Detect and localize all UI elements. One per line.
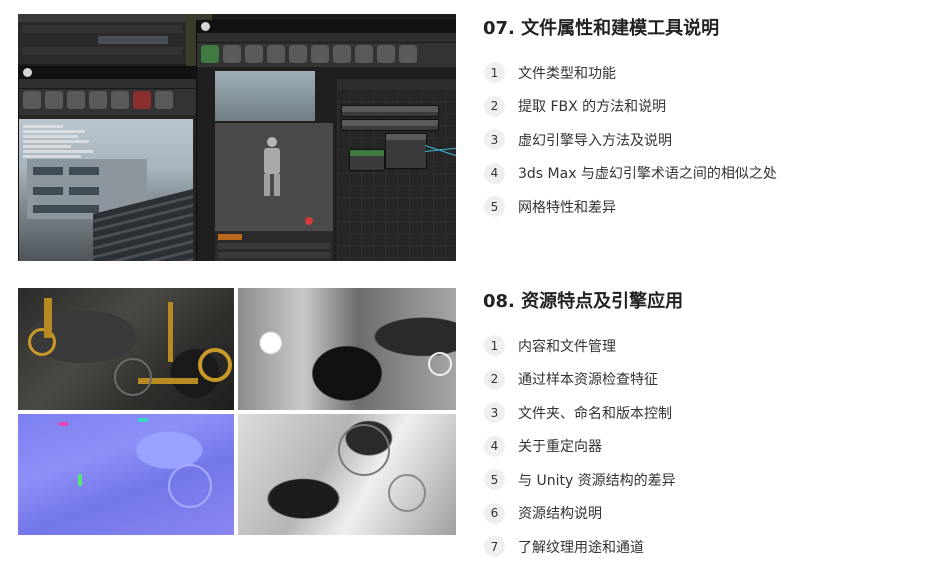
unreal-logo-icon [23,68,32,77]
item-number-badge: 3 [484,129,505,151]
item-label: 3ds Max 与虚幻引擎术语之间的相似之处 [518,166,777,183]
item-label: 通过样本资源检查特征 [518,372,658,389]
list-item: 1 文件类型和功能 [483,56,913,90]
normal-map-texture [18,414,234,535]
item-number-badge: 1 [484,335,505,357]
list-item: 5 网格特性和差异 [483,190,913,224]
animation-blueprint-window [196,20,456,261]
list-item: 7 了解纹理用途和通道 [483,530,913,564]
base-color-texture [18,288,234,410]
item-number-badge: 4 [484,162,505,184]
character-preview [215,123,333,231]
item-number-badge: 2 [484,368,505,390]
list-item: 2 通过样本资源检查特征 [483,363,913,397]
item-label: 网格特性和差异 [518,199,616,216]
material-slots-panel [18,14,187,64]
list-item: 4 3ds Max 与虚幻引擎术语之间的相似之处 [483,157,913,191]
blueprint-graph [337,89,456,261]
list-item: 3 虚幻引擎导入方法及说明 [483,123,913,157]
item-label: 内容和文件管理 [518,338,616,355]
section-title: 07. 文件属性和建模工具说明 [483,18,720,39]
topic-list: 1 内容和文件管理 2 通过样本资源检查特征 3 文件夹、命名和版本控制 4 关于重定向… [483,329,913,564]
unreal-logo-icon [201,22,210,31]
item-label: 关于重定向器 [518,439,602,456]
list-item: 4 关于重定向器 [483,430,913,464]
list-item: 5 与 Unity 资源结构的差异 [483,463,913,497]
item-number-badge: 6 [484,502,505,524]
list-item: 1 内容和文件管理 [483,329,913,363]
item-number-badge: 4 [484,435,505,457]
item-label: 虚幻引擎导入方法及说明 [518,132,672,149]
static-mesh-editor-window [18,66,214,261]
item-label: 了解纹理用途和通道 [518,539,644,556]
item-label: 文件类型和功能 [518,65,616,82]
section-title: 08. 资源特点及引擎应用 [483,291,684,312]
list-item: 2 提取 FBX 的方法和说明 [483,90,913,124]
topic-list: 1 文件类型和功能 2 提取 FBX 的方法和说明 3 虚幻引擎导入方法及说明 4 3d… [483,56,913,224]
item-label: 提取 FBX 的方法和说明 [518,99,667,116]
list-item: 3 文件夹、命名和版本控制 [483,396,913,430]
item-number-badge: 1 [484,62,505,84]
texture-maps-screenshot [18,288,456,535]
list-item: 6 资源结构说明 [483,497,913,531]
ambient-occlusion-texture [238,414,456,535]
item-label: 文件夹、命名和版本控制 [518,405,672,422]
item-number-badge: 2 [484,95,505,117]
section-07: 07. 文件属性和建模工具说明 1 文件类型和功能 2 提取 FBX 的方法和说明 … [483,18,913,224]
item-number-badge: 5 [484,469,505,491]
record-icon [305,217,313,225]
roughness-texture [238,288,456,410]
item-number-badge: 3 [484,402,505,424]
unreal-editor-screenshot [18,14,456,261]
mesh-viewport [19,119,193,261]
item-number-badge: 5 [484,196,505,218]
mannequin-figure [259,137,285,197]
item-number-badge: 7 [484,536,505,558]
editor-toolbar [19,89,213,115]
item-label: 资源结构说明 [518,506,602,523]
item-label: 与 Unity 资源结构的差异 [518,472,676,489]
section-08: 08. 资源特点及引擎应用 1 内容和文件管理 2 通过样本资源检查特征 3 文件夹、… [483,291,913,564]
